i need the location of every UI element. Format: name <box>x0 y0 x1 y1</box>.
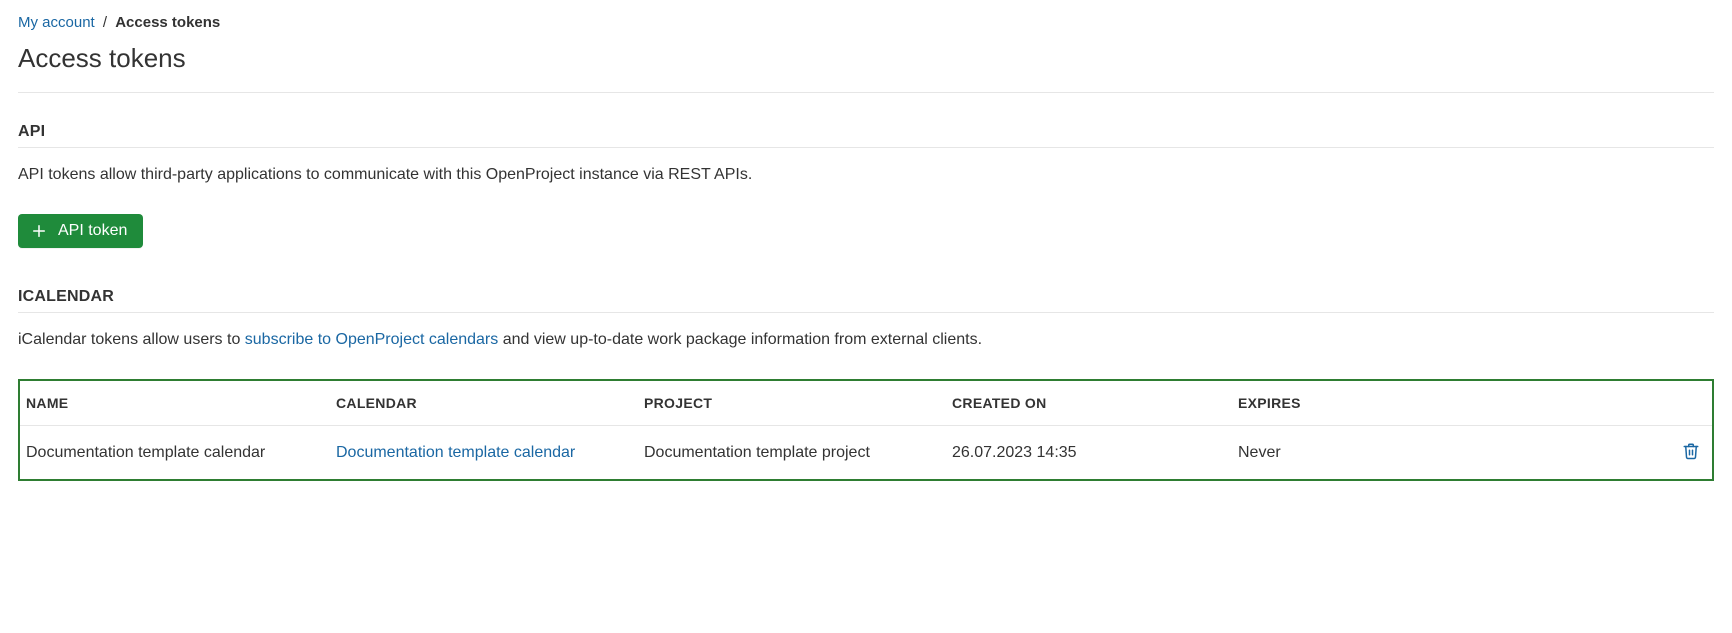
api-heading: API <box>18 123 1714 141</box>
icalendar-desc-prefix: iCalendar tokens allow users to <box>18 331 245 348</box>
api-description: API tokens allow third-party application… <box>18 166 1714 184</box>
calendar-link[interactable]: Documentation template calendar <box>336 444 575 461</box>
icalendar-tokens-table: NAME CALENDAR PROJECT CREATED ON EXPIRES… <box>20 381 1712 479</box>
icalendar-description: iCalendar tokens allow users to subscrib… <box>18 331 1714 349</box>
subscribe-calendars-link[interactable]: subscribe to OpenProject calendars <box>245 331 498 348</box>
table-row: Documentation template calendar Document… <box>20 426 1712 480</box>
trash-icon <box>1682 442 1700 463</box>
page-title: Access tokens <box>18 43 1714 74</box>
cell-calendar: Documentation template calendar <box>330 426 638 480</box>
add-api-token-label: API token <box>58 222 127 240</box>
breadcrumb-separator: / <box>103 14 107 31</box>
cell-created: 26.07.2023 14:35 <box>946 426 1232 480</box>
icalendar-section: ICALENDAR iCalendar tokens allow users t… <box>18 288 1714 481</box>
api-heading-rule <box>18 147 1714 148</box>
cell-name: Documentation template calendar <box>20 426 330 480</box>
table-header-row: NAME CALENDAR PROJECT CREATED ON EXPIRES <box>20 381 1712 426</box>
breadcrumb-current: Access tokens <box>115 14 220 31</box>
add-api-token-button[interactable]: API token <box>18 214 143 248</box>
col-header-actions <box>1662 381 1712 426</box>
col-header-created: CREATED ON <box>946 381 1232 426</box>
title-rule <box>18 92 1714 93</box>
plus-icon <box>30 222 48 240</box>
col-header-name: NAME <box>20 381 330 426</box>
icalendar-heading-rule <box>18 312 1714 313</box>
api-section: API API tokens allow third-party applica… <box>18 123 1714 248</box>
col-header-project: PROJECT <box>638 381 946 426</box>
col-header-expires: EXPIRES <box>1232 381 1662 426</box>
delete-token-button[interactable] <box>1680 440 1702 465</box>
icalendar-desc-suffix: and view up-to-date work package informa… <box>498 331 982 348</box>
breadcrumb-my-account[interactable]: My account <box>18 14 95 31</box>
cell-actions <box>1662 426 1712 480</box>
icalendar-heading: ICALENDAR <box>18 288 1714 306</box>
col-header-calendar: CALENDAR <box>330 381 638 426</box>
cell-expires: Never <box>1232 426 1662 480</box>
breadcrumb: My account / Access tokens <box>18 14 1714 31</box>
icalendar-tokens-table-box: NAME CALENDAR PROJECT CREATED ON EXPIRES… <box>18 379 1714 481</box>
cell-project: Documentation template project <box>638 426 946 480</box>
